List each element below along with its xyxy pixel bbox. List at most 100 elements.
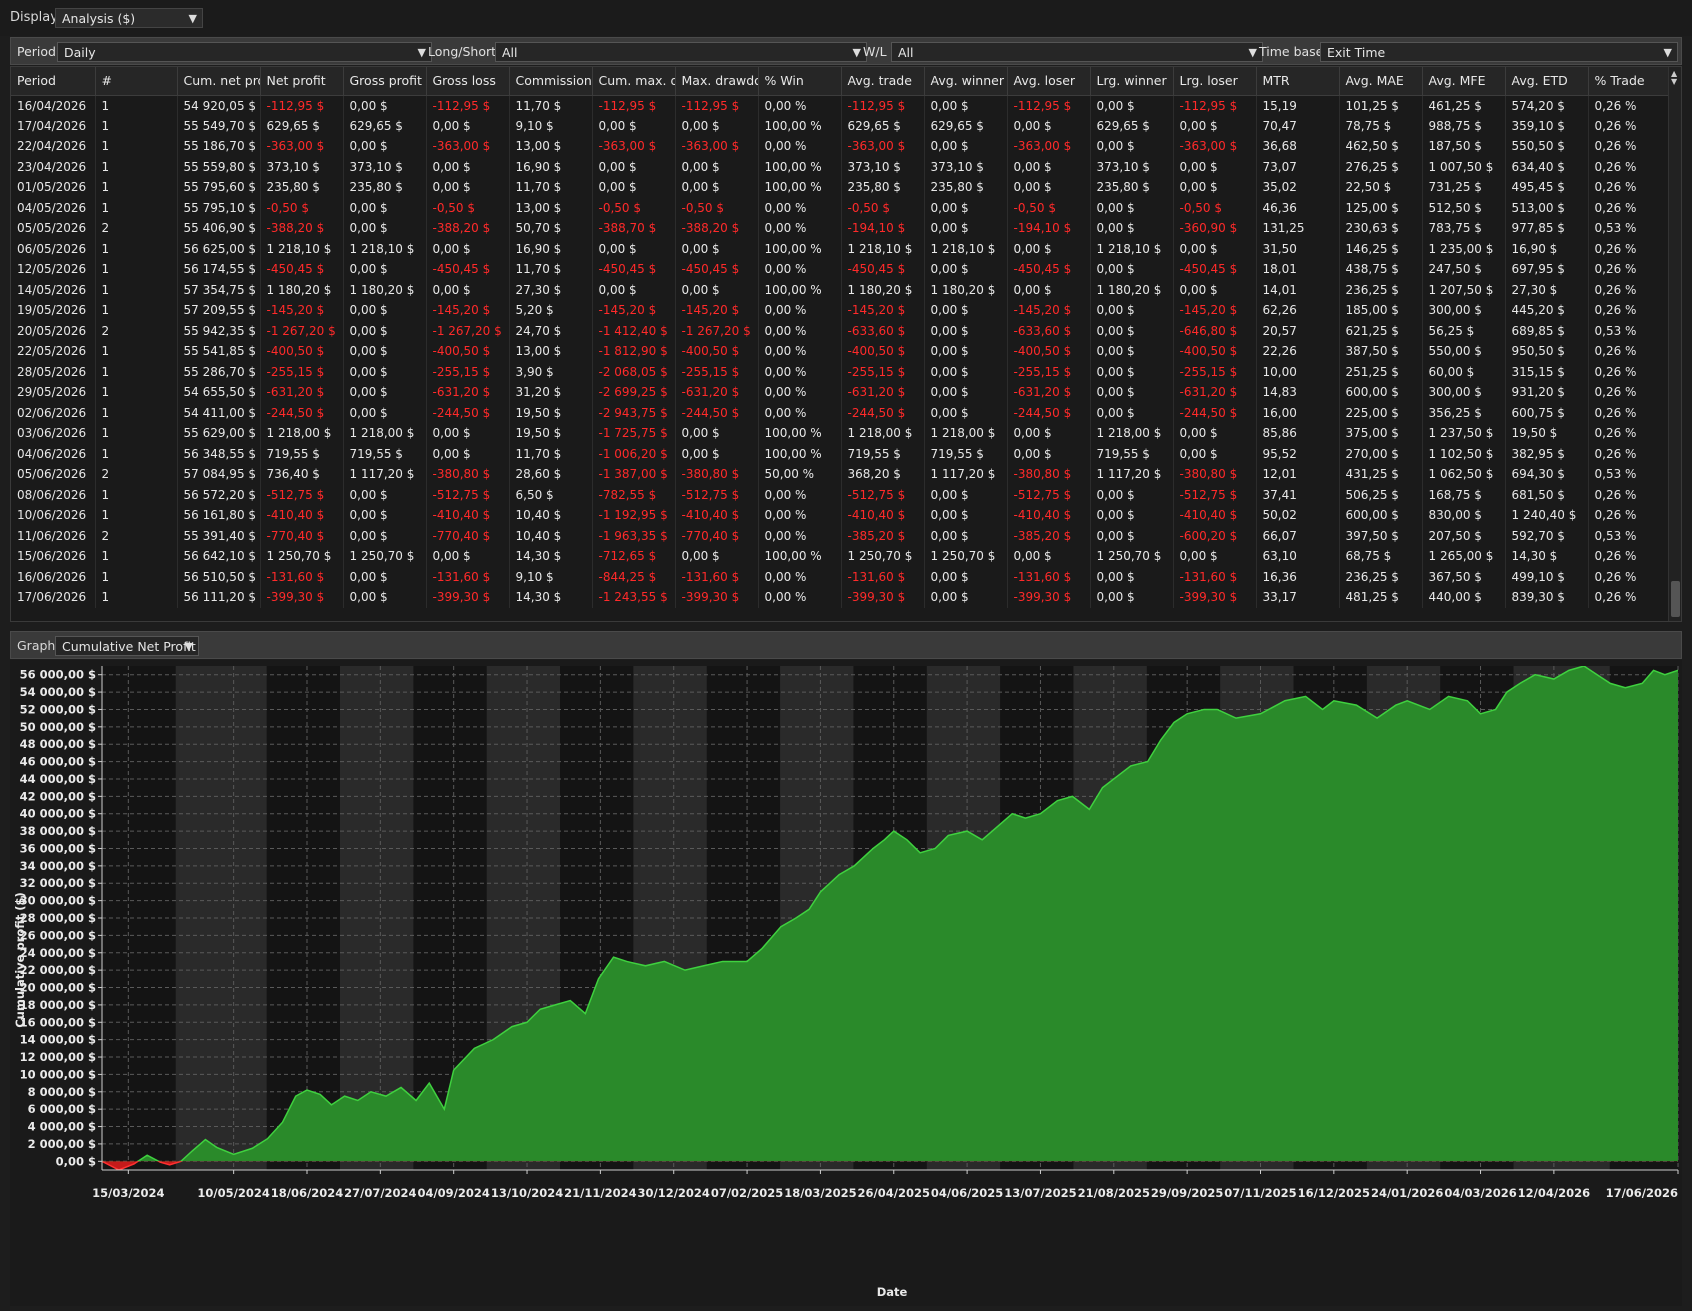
table-row[interactable]: 05/05/2026 2 55 406,90 $ -388,20 $0,00 $ -38… — [11, 218, 1672, 239]
table-row[interactable]: 10/06/2026 1 56 161,80 $ -410,40 $0,00 $ -41… — [11, 505, 1672, 526]
table-row[interactable]: 06/05/2026 1 56 625,00 $1 218,10 $1 218,10… — [11, 238, 1672, 259]
table-cell: 1 — [95, 423, 178, 444]
column-header[interactable]: Lrg. loser — [1173, 67, 1257, 96]
table-cell: 0,00 $ — [675, 156, 759, 177]
table-cell: 27,30 $ — [1505, 279, 1589, 300]
period-select[interactable]: Daily ▼ — [57, 42, 432, 62]
display-select[interactable]: Analysis ($) ▼ — [55, 8, 203, 28]
column-header[interactable]: Net profit — [260, 67, 344, 96]
x-tick-label: 17/06/2026 — [1606, 1186, 1678, 1200]
scroll-down-icon[interactable]: ▼ — [1671, 77, 1677, 86]
table-cell: 0,00 $ — [592, 238, 676, 259]
timebase-select[interactable]: Exit Time ▼ — [1320, 42, 1678, 62]
column-header[interactable]: Avg. MAE — [1339, 67, 1423, 96]
wl-select[interactable]: All ▼ — [891, 42, 1263, 62]
table-cell: -112,95 $ — [841, 95, 925, 116]
table-row[interactable]: 02/06/2026 1 54 411,00 $ -244,50 $0,00 $ -24… — [11, 402, 1672, 423]
column-header[interactable]: Period — [11, 67, 96, 96]
table-row[interactable]: 22/04/2026 1 55 186,70 $ -363,00 $0,00 $ -36… — [11, 136, 1672, 157]
y-tick-label: 46 000,00 $ — [20, 755, 96, 769]
table-cell: 56 642,10 $ — [177, 546, 261, 567]
table-cell: 08/06/2026 — [11, 484, 96, 505]
table-cell: 1 — [95, 95, 178, 116]
table-cell: 14,01 — [1256, 279, 1340, 300]
table-cell: 0,00 $ — [426, 115, 510, 136]
column-header[interactable]: Avg. winner — [924, 67, 1008, 96]
table-cell: -1 963,35 $ — [592, 525, 676, 546]
table-row[interactable]: 04/05/2026 1 55 795,10 $ -0,50 $0,00 $ -0,50… — [11, 197, 1672, 218]
table-row[interactable]: 28/05/2026 1 55 286,70 $ -255,15 $0,00 $ -25… — [11, 361, 1672, 382]
table-cell: -112,95 $ — [675, 95, 759, 116]
column-header[interactable]: % Win — [758, 67, 842, 96]
table-row[interactable]: 29/05/2026 1 54 655,50 $ -631,20 $0,00 $ -63… — [11, 382, 1672, 403]
table-row[interactable]: 19/05/2026 1 57 209,55 $ -145,20 $0,00 $ -14… — [11, 300, 1672, 321]
table-cell: 634,40 $ — [1505, 156, 1589, 177]
table-row[interactable]: 05/06/2026 2 57 084,95 $736,40 $1 117,20 $… — [11, 464, 1672, 485]
table-cell: 1 180,20 $ — [343, 279, 427, 300]
table-row[interactable]: 20/05/2026 2 55 942,35 $ -1 267,20 $0,00 $ -… — [11, 320, 1672, 341]
vertical-scrollbar[interactable]: ▲ ▼ — [1668, 67, 1681, 621]
y-tick-label: 24 000,00 $ — [20, 946, 96, 960]
table-row[interactable]: 01/05/2026 1 55 795,60 $235,80 $235,80 $0,… — [11, 177, 1672, 198]
table-cell: 1 — [95, 259, 178, 280]
table-cell: 0,00 $ — [675, 443, 759, 464]
table-cell: 0,00 $ — [1090, 361, 1174, 382]
table-cell: 10,00 — [1256, 361, 1340, 382]
scrollbar-thumb[interactable] — [1671, 581, 1680, 617]
table-cell: 1 218,10 $ — [1090, 238, 1174, 259]
table-cell: 513,00 $ — [1505, 197, 1589, 218]
table-row[interactable]: 23/04/2026 1 55 559,80 $373,10 $373,10 $0,… — [11, 156, 1672, 177]
table-row[interactable]: 12/05/2026 1 56 174,55 $ -450,45 $0,00 $ -45… — [11, 259, 1672, 280]
table-row[interactable]: 16/04/2026 1 54 920,05 $ -112,95 $0,00 $ -11… — [11, 95, 1672, 116]
table-cell: -631,20 $ — [1173, 382, 1257, 403]
table-cell: 0,00 $ — [924, 218, 1008, 239]
column-header[interactable]: Gross profit — [343, 67, 427, 96]
table-cell: 382,95 $ — [1505, 443, 1589, 464]
column-header[interactable]: Lrg. winner — [1090, 67, 1174, 96]
table-cell: 0,53 % — [1588, 320, 1672, 341]
table-row[interactable]: 11/06/2026 2 55 391,40 $ -770,40 $0,00 $ -77… — [11, 525, 1672, 546]
table-row[interactable]: 03/06/2026 1 55 629,00 $1 218,00 $1 218,00… — [11, 423, 1672, 444]
column-header[interactable]: % Trade — [1588, 67, 1672, 96]
table-row[interactable]: 16/06/2026 1 56 510,50 $ -131,60 $0,00 $ -13… — [11, 566, 1672, 587]
table-cell: -112,95 $ — [260, 95, 344, 116]
table-cell: 131,25 — [1256, 218, 1340, 239]
table-cell: 20/05/2026 — [11, 320, 96, 341]
table-cell: 78,75 $ — [1339, 115, 1423, 136]
table-cell: -450,45 $ — [675, 259, 759, 280]
table-cell: -388,20 $ — [675, 218, 759, 239]
column-header[interactable]: Avg. ETD — [1505, 67, 1589, 96]
table-cell: 03/06/2026 — [11, 423, 96, 444]
table-cell: -145,20 $ — [260, 300, 344, 321]
table-cell: 1 117,20 $ — [343, 464, 427, 485]
table-row[interactable]: 17/04/2026 1 55 549,70 $629,65 $629,65 $0,… — [11, 115, 1672, 136]
table-row[interactable]: 22/05/2026 1 55 541,85 $ -400,50 $0,00 $ -40… — [11, 341, 1672, 362]
column-header[interactable]: Avg. loser — [1007, 67, 1091, 96]
column-header[interactable]: # — [95, 67, 178, 96]
column-header[interactable]: Max. drawdow — [675, 67, 759, 96]
table-cell: 1 235,00 $ — [1422, 238, 1506, 259]
column-header[interactable]: Avg. MFE — [1422, 67, 1506, 96]
x-axis-label: Date — [877, 1285, 908, 1299]
longshort-select[interactable]: All ▼ — [495, 42, 867, 62]
table-cell: 1 237,50 $ — [1422, 423, 1506, 444]
table-cell: 56 348,55 $ — [177, 443, 261, 464]
table-row[interactable]: 04/06/2026 1 56 348,55 $719,55 $719,55 $0,… — [11, 443, 1672, 464]
table-cell: -112,95 $ — [592, 95, 676, 116]
table-row[interactable]: 14/05/2026 1 57 354,75 $1 180,20 $1 180,20… — [11, 279, 1672, 300]
table-row[interactable]: 15/06/2026 1 56 642,10 $1 250,70 $1 250,70… — [11, 546, 1672, 567]
table-cell: -0,50 $ — [260, 197, 344, 218]
column-header[interactable]: MTR — [1256, 67, 1340, 96]
column-header[interactable]: Gross loss — [426, 67, 510, 96]
table-cell: 16,36 — [1256, 566, 1340, 587]
table-cell: 1 102,50 $ — [1422, 443, 1506, 464]
graph-select[interactable]: Cumulative Net Profit ▼ — [55, 636, 199, 656]
column-header[interactable]: Commission — [509, 67, 593, 96]
column-header[interactable]: Avg. trade — [841, 67, 925, 96]
table-row[interactable]: 08/06/2026 1 56 572,20 $ -512,75 $0,00 $ -51… — [11, 484, 1672, 505]
table-cell: -131,60 $ — [675, 566, 759, 587]
column-header[interactable]: Cum. max. dr — [592, 67, 676, 96]
table-cell: -1 267,20 $ — [260, 320, 344, 341]
column-header[interactable]: Cum. net pro — [177, 67, 261, 96]
table-row[interactable]: 17/06/2026 1 56 111,20 $ -399,30 $0,00 $ -39… — [11, 587, 1672, 608]
